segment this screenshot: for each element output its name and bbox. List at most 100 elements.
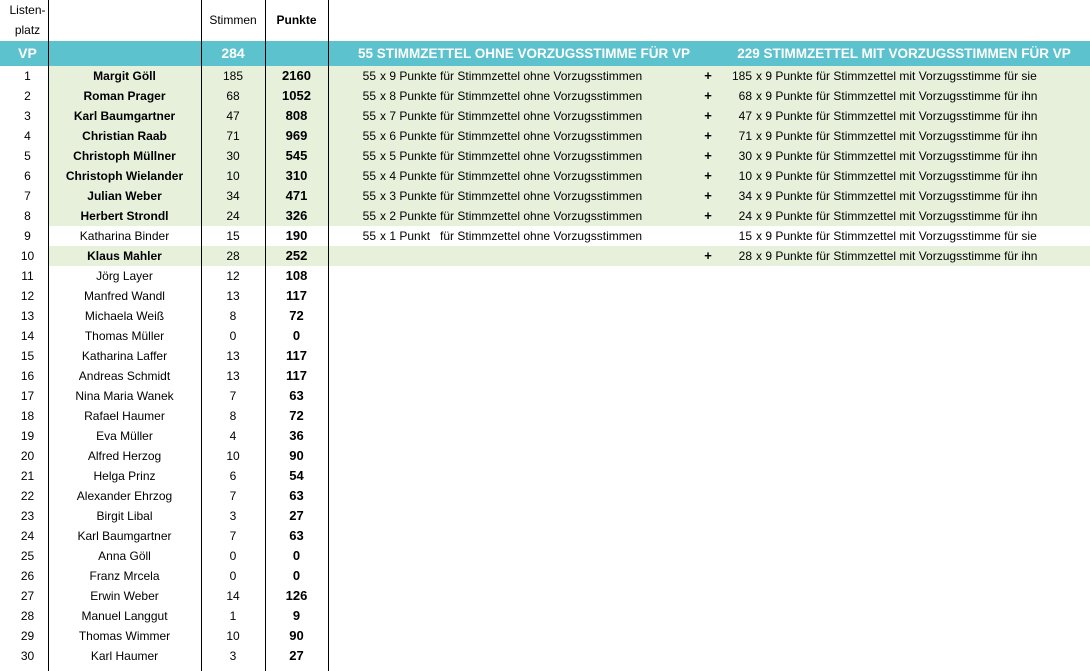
candidate-name: Alexander Ehrzog <box>76 489 173 503</box>
formula-mit: 68 x 9 Punkte für Stimmzettel mit Vorzugs… <box>726 86 1086 106</box>
grid-line <box>201 0 202 671</box>
punkte-cell: 36 <box>289 428 304 443</box>
table-row: 9 Katharina Binder 15 190 55 x 1 Punkt für St… <box>0 226 1090 246</box>
ohne-vorzug-label: 55 STIMMZETTEL OHNE VORZUGSSTIMME FÜR VP <box>357 46 691 61</box>
candidate-name: Karl Baumgartner <box>73 109 176 123</box>
punkte-cell: 126 <box>285 588 308 603</box>
formula-ohne-text: x 8 Punkte für Stimmzettel ohne Vorzugss… <box>380 89 643 103</box>
table-row: 18 Rafael Haumer 8 72 <box>0 406 1090 426</box>
stimmen-cell: 30 <box>226 149 240 163</box>
formula-mit-text: x 9 Punkte für Stimmzettel mit Vorzugsst… <box>756 229 1037 243</box>
formula-ohne-count: 55 <box>362 189 376 203</box>
stimmen-cell: 8 <box>229 309 237 323</box>
formula-mit: 15 x 9 Punkte für Stimmzettel mit Vorzugs… <box>726 226 1086 246</box>
table-row: 27 Erwin Weber 14 126 <box>0 586 1090 606</box>
punkte-cell: 0 <box>292 568 301 583</box>
candidate-name: Andreas Schmidt <box>78 369 171 383</box>
formula-ohne-text: x 5 Punkte für Stimmzettel ohne Vorzugss… <box>380 149 643 163</box>
table-row: 1 Margit Göll 185 2160 55 x 9 Punkte für Stim… <box>0 66 1090 86</box>
punkte-cell: 326 <box>285 208 308 223</box>
plus-sign: + <box>704 108 712 123</box>
punkte-cell: 471 <box>285 188 308 203</box>
stimmen-cell: 24 <box>226 209 240 223</box>
formula-ohne-count: 55 <box>362 229 376 243</box>
stimmen-cell: 6 <box>229 469 237 483</box>
stimmen-cell: 15 <box>226 229 240 243</box>
formula-ohne: 55 x 4 Punkte für Stimmzettel ohne Vorzug… <box>356 166 696 186</box>
listenplatz-cell: 17 <box>20 389 35 403</box>
header-listenplatz-line1: Listen- <box>9 3 46 17</box>
punkte-cell: 0 <box>292 328 301 343</box>
candidate-name: Thomas Wimmer <box>78 629 171 643</box>
formula-ohne: 55 x 5 Punkte für Stimmzettel ohne Vorzug… <box>356 146 696 166</box>
candidate-name: Rafael Haumer <box>84 409 165 423</box>
punkte-cell: 27 <box>289 508 304 523</box>
table-row: 29 Thomas Wimmer 10 90 <box>0 626 1090 646</box>
punkte-cell: 808 <box>285 108 308 123</box>
punkte-cell: 54 <box>289 468 304 483</box>
listenplatz-cell: 18 <box>20 409 35 423</box>
candidate-name: Thomas Müller <box>84 329 165 343</box>
stimmen-cell: 10 <box>226 629 240 643</box>
candidate-name: Manuel Langgut <box>81 609 168 623</box>
punkte-cell: 63 <box>289 488 304 503</box>
punkte-cell: 27 <box>289 648 304 663</box>
formula-ohne: 55 x 7 Punkte für Stimmzettel ohne Vorzug… <box>356 106 696 126</box>
listenplatz-cell: 27 <box>20 589 35 603</box>
listenplatz-cell: 30 <box>20 649 35 663</box>
candidate-name: Birgit Libal <box>96 509 153 523</box>
listenplatz-cell: 1 <box>24 69 31 83</box>
formula-mit: 30 x 9 Punkte für Stimmzettel mit Vorzugs… <box>726 146 1086 166</box>
formula-mit-count: 10 <box>738 169 752 183</box>
listenplatz-cell: 22 <box>20 489 35 503</box>
formula-ohne: 55 x 6 Punkte für Stimmzettel ohne Vorzug… <box>356 126 696 146</box>
candidate-name: Anna Göll <box>98 549 151 563</box>
formula-mit: 34 x 9 Punkte für Stimmzettel mit Vorzugs… <box>726 186 1086 206</box>
vote-table: Listen- platz Stimmen Punkte VP 284 55 S… <box>0 0 1090 671</box>
punkte-cell: 63 <box>289 388 304 403</box>
candidate-rows: 1 Margit Göll 185 2160 55 x 9 Punkte für Stim… <box>0 66 1090 666</box>
stimmen-cell: 4 <box>229 429 237 443</box>
punkte-cell: 1052 <box>282 88 311 103</box>
formula-ohne-text: x 7 Punkte für Stimmzettel ohne Vorzugss… <box>380 109 643 123</box>
formula-ohne-text: x 6 Punkte für Stimmzettel ohne Vorzugss… <box>380 129 643 143</box>
formula-mit-count: 28 <box>738 249 752 263</box>
formula-mit-text: x 9 Punkte für Stimmzettel mit Vorzugsst… <box>756 169 1038 183</box>
candidate-name: Helga Prinz <box>93 469 156 483</box>
candidate-name: Nina Maria Wanek <box>75 389 174 403</box>
candidate-name: Franz Mrcela <box>89 569 160 583</box>
stimmen-cell: 47 <box>226 109 240 123</box>
candidate-name: Jörg Layer <box>96 269 153 283</box>
table-row: 26 Franz Mrcela 0 0 <box>0 566 1090 586</box>
plus-sign: + <box>704 168 712 183</box>
candidate-name: Christoph Müllner <box>73 149 176 163</box>
stimmen-cell: 3 <box>229 509 237 523</box>
formula-ohne: 55 x 8 Punkte für Stimmzettel ohne Vorzug… <box>356 86 696 106</box>
formula-mit-text: x 9 Punkte für Stimmzettel mit Vorzugsst… <box>756 149 1038 163</box>
formula-ohne: 55 x 1 Punkt für Stimmzettel ohne Vorzugs… <box>356 226 696 246</box>
candidate-name: Erwin Weber <box>90 589 159 603</box>
formula-ohne-count: 55 <box>362 209 376 223</box>
formula-mit-count: 30 <box>738 149 752 163</box>
listenplatz-cell: 23 <box>20 509 35 523</box>
table-row: 14 Thomas Müller 0 0 <box>0 326 1090 346</box>
listenplatz-cell: 13 <box>20 309 35 323</box>
table-row: 24 Karl Baumgartner 7 63 <box>0 526 1090 546</box>
stimmen-cell: 10 <box>226 169 240 183</box>
candidate-name: Julian Weber <box>87 189 162 203</box>
formula-mit: 185 x 9 Punkte für Stimmzettel mit Vorzug… <box>726 66 1086 86</box>
formula-mit-text: x 9 Punkte für Stimmzettel mit Vorzugsst… <box>756 69 1037 83</box>
formula-mit-text: x 9 Punkte für Stimmzettel mit Vorzugsst… <box>756 89 1038 103</box>
listenplatz-cell: 25 <box>20 549 35 563</box>
stimmen-cell: 0 <box>229 549 237 563</box>
listenplatz-cell: 29 <box>20 629 35 643</box>
listenplatz-cell: 9 <box>24 229 31 243</box>
punkte-cell: 2160 <box>282 68 311 83</box>
listenplatz-cell: 21 <box>20 469 35 483</box>
stimmen-cell: 13 <box>226 369 240 383</box>
formula-mit-count: 185 <box>731 69 752 83</box>
formula-ohne-count: 55 <box>362 129 376 143</box>
stimmen-cell: 13 <box>226 349 240 363</box>
stimmen-cell: 71 <box>226 129 240 143</box>
formula-mit-text: x 9 Punkte für Stimmzettel mit Vorzugsst… <box>756 109 1038 123</box>
